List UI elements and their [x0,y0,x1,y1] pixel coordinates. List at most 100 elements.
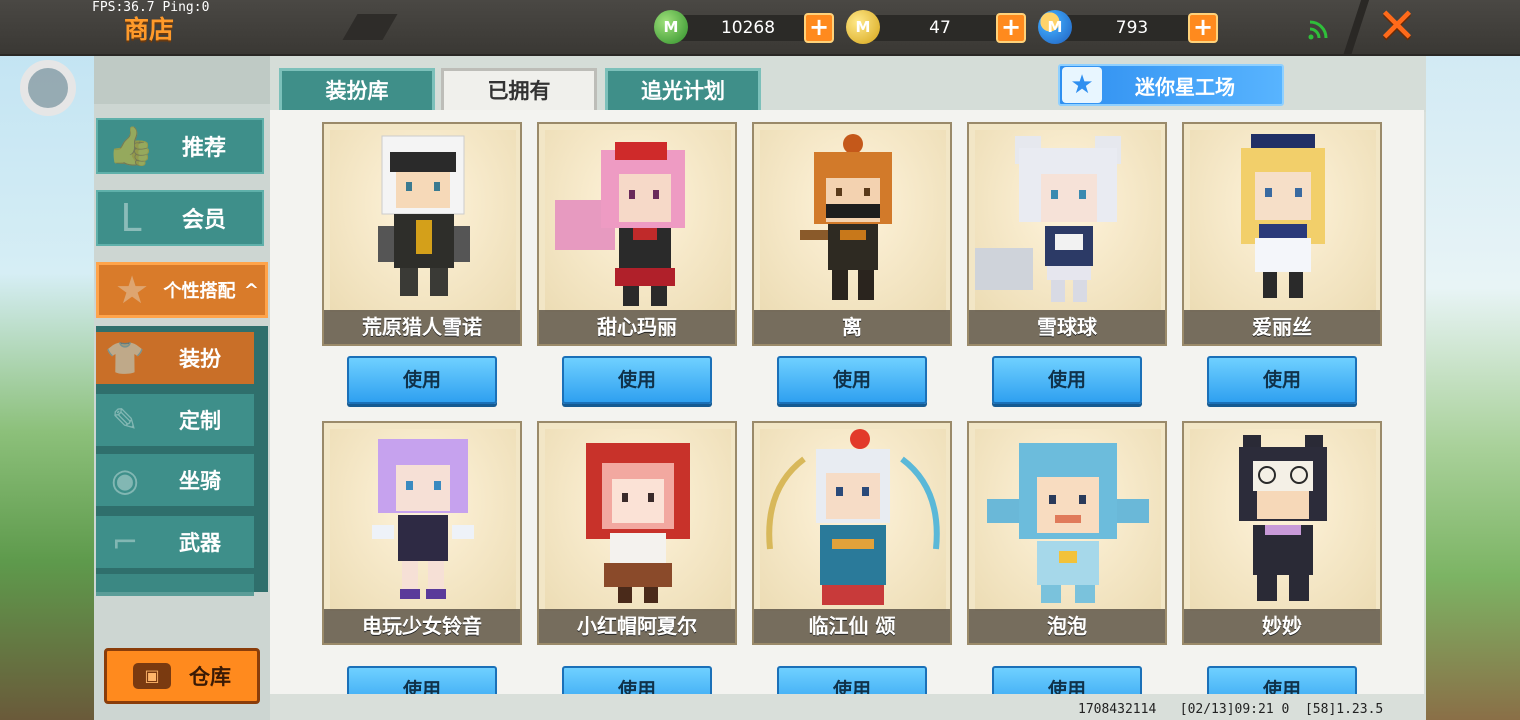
mount-icon: ◉ [111,461,139,499]
use-button[interactable]: 使用 [1207,356,1357,404]
skins-grid: 荒原猎人雪诺 甜心玛丽 离 雪球球 爱丽丝 使用 使用 使用 使用 使用 电玩少… [270,110,1424,694]
skin-portrait [975,429,1161,611]
skin-name: 小红帽阿夏尔 [539,609,735,643]
skin-portrait [330,429,516,611]
skin-portrait [975,130,1161,312]
skin-portrait [760,429,946,611]
skin-card[interactable]: 临江仙 颂 [752,421,952,645]
sidebar-subitem-label: 武器 [179,531,221,555]
sidebar-subitem-label: 装扮 [179,347,221,371]
tab-owned[interactable]: 已拥有 [441,68,597,112]
vip-badge-icon: L [120,196,142,240]
skin-card[interactable]: 爱丽丝 [1182,122,1382,346]
use-button[interactable]: 使用 [992,356,1142,404]
skin-name: 妙妙 [1184,609,1380,643]
blue-coin-icon: M [1038,10,1072,44]
use-button[interactable]: 使用 [562,666,712,694]
currency-value: 793 [1115,18,1149,38]
skin-name: 荒原猎人雪诺 [324,310,520,344]
skin-portrait [545,130,731,312]
sidebar-item-label: 个性搭配 [163,281,236,302]
mini-studio-button[interactable]: ★ 迷你星工场 [1058,64,1284,106]
skin-card[interactable]: 妙妙 [1182,421,1382,645]
signal-icon [1308,20,1328,40]
settings-circle-button[interactable] [20,60,76,116]
use-button[interactable]: 使用 [777,356,927,404]
chest-icon: ▣ [133,663,171,689]
chevron-up-icon: ^ [243,279,259,301]
sidebar-subitem-label: 坐骑 [179,469,221,493]
warehouse-label: 仓库 [189,665,231,689]
sidebar-subitem-mount[interactable]: ◉ 坐骑 [96,454,254,506]
add-beans-button[interactable]: + [804,13,834,43]
skin-snowball-image [975,136,1121,302]
sidebar-item-outfit-mix[interactable]: ★ 个性搭配 ^ [96,262,268,318]
skin-name: 离 [754,310,950,344]
green-bean-icon: M [654,10,688,44]
currency-mini-bean: M 10268 + [654,10,834,44]
decorative-stripe [342,14,398,40]
star-icon: ★ [1062,67,1102,103]
sidebar-item-label: 会员 [181,208,226,233]
skin-name: 临江仙 颂 [754,609,950,643]
skin-name: 泡泡 [969,609,1165,643]
skin-card[interactable]: 小红帽阿夏尔 [537,421,737,645]
gold-coin-icon: M [846,10,880,44]
sidebar-subitem-weapon[interactable]: ⌐ 武器 [96,516,254,568]
decorative-divider [1342,0,1370,56]
sidebar-subitem-label: 定制 [179,409,221,433]
brush-icon: ✎ [111,401,139,439]
skin-alice-image [1241,134,1325,298]
sidebar-subitem-more[interactable] [96,574,254,596]
currency-value: 47 [929,18,951,38]
skin-card[interactable]: 甜心玛丽 [537,122,737,346]
warehouse-button[interactable]: ▣ 仓库 [104,648,260,704]
sidebar-item-vip[interactable]: L 会员 [96,190,264,246]
sidebar-item-recommend[interactable]: 👍 推荐 [96,118,264,174]
currency-mini-coin: M 47 + [846,10,1026,44]
shirt-icon: 👕 [105,339,145,377]
skin-name: 电玩少女铃音 [324,609,520,643]
trophy-icon: ★ [114,268,150,312]
skin-linjiangxian-image [766,429,940,605]
skin-gamer-girl-image [372,439,474,599]
skin-li-image [800,134,892,300]
background-scenery-right [1424,0,1520,720]
skin-card[interactable]: 荒原猎人雪诺 [322,122,522,346]
skin-card[interactable]: 泡泡 [967,421,1167,645]
skin-name: 雪球球 [969,310,1165,344]
tab-costume-library[interactable]: 装扮库 [279,68,435,112]
skin-snow-hunter-image [378,135,470,296]
sidebar-subitem-costume[interactable]: 👕 装扮 [96,332,254,384]
sidebar-subitem-custom[interactable]: ✎ 定制 [96,394,254,446]
mini-studio-label: 迷你星工场 [1135,74,1235,99]
skin-name: 爱丽丝 [1184,310,1380,344]
skin-card[interactable]: 离 [752,122,952,346]
use-button[interactable]: 使用 [347,666,497,694]
currency-value: 10268 [720,18,776,38]
use-button[interactable]: 使用 [1207,666,1357,694]
skin-portrait [1190,130,1376,312]
skin-card[interactable]: 雪球球 [967,122,1167,346]
skin-red-riding-hood-image [586,443,690,603]
sidebar-header [94,56,270,104]
use-button[interactable]: 使用 [992,666,1142,694]
thumbs-up-icon: 👍 [107,124,155,168]
skin-card[interactable]: 电玩少女铃音 [322,421,522,645]
add-star-coins-button[interactable]: + [1188,13,1218,43]
skin-portrait [330,130,516,312]
add-coins-button[interactable]: + [996,13,1026,43]
currency-star-coin: M 793 + [1038,10,1218,44]
skin-portrait [760,130,946,312]
use-button[interactable]: 使用 [347,356,497,404]
use-button[interactable]: 使用 [777,666,927,694]
skin-paopao-image [987,443,1149,603]
sidebar-item-label: 推荐 [181,136,226,161]
revolver-icon: ⌐ [111,523,139,561]
tab-light-chase-plan[interactable]: 追光计划 [605,68,761,112]
skin-miaomiao-image [1239,435,1327,601]
close-button[interactable]: ✕ [1370,2,1424,50]
shop-screen: FPS:36.7 Ping:0 商店 M 10268 + M 47 + M 79… [0,0,1520,720]
use-button[interactable]: 使用 [562,356,712,404]
skin-sweet-mary-image [555,142,685,306]
